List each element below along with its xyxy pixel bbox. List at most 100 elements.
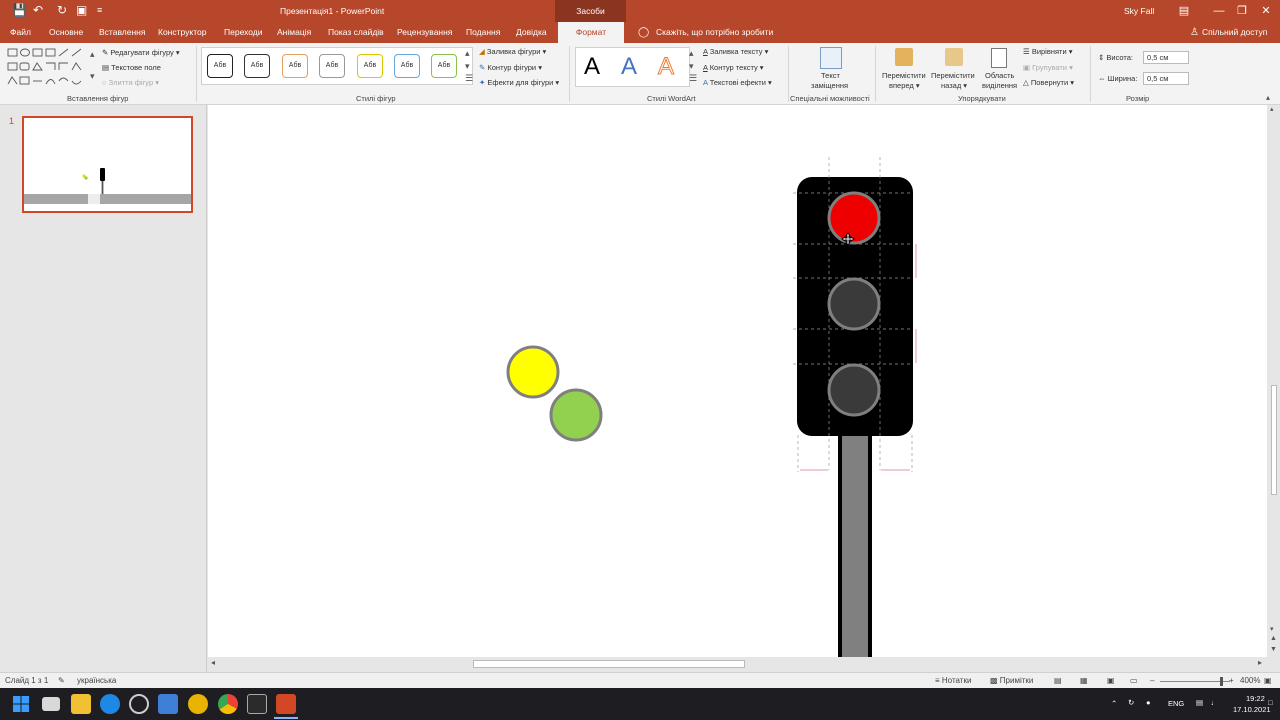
windows-icon[interactable] [13, 696, 29, 712]
text-box-button[interactable]: ▤ Текстове поле [102, 63, 161, 72]
tab-slideshow[interactable]: Показ слайдів [328, 22, 384, 43]
horizontal-scrollbar[interactable]: ◂ ▸ [208, 657, 1268, 671]
spellcheck-icon[interactable]: ✎ [58, 673, 65, 689]
horizontal-scroll-thumb[interactable] [473, 660, 745, 668]
network-icon[interactable]: ▤ [1196, 698, 1203, 707]
notes-button[interactable]: ≡ Нотатки [935, 673, 971, 689]
amber-light-off[interactable] [827, 277, 881, 331]
text-fill-button[interactable]: A Заливка тексту ▾ [703, 47, 768, 56]
style-preset-yellow[interactable]: Абв [357, 54, 383, 78]
save-icon[interactable]: 💾 [12, 3, 27, 17]
style-preset-blue[interactable]: Абв [394, 54, 420, 78]
zoom-in-icon[interactable]: + [1229, 673, 1234, 689]
selection-pane-label[interactable]: Область [985, 71, 1014, 80]
file-explorer-icon[interactable] [71, 694, 91, 714]
chevron-down-icon[interactable]: ▾ [465, 61, 470, 72]
wordart-preset-black[interactable]: A [584, 53, 600, 81]
chevron-up-icon[interactable]: ▴ [90, 49, 95, 60]
selection-pane-label-2[interactable]: виділення [982, 81, 1017, 90]
zoom-slider-handle[interactable] [1220, 677, 1223, 686]
share-button[interactable]: Спільний доступ [1202, 22, 1267, 43]
chevron-up-icon[interactable]: ▴ [465, 48, 470, 59]
previous-slide-icon[interactable]: ▲ [1270, 635, 1277, 642]
zoom-out-icon[interactable]: – [1150, 673, 1154, 689]
width-input[interactable]: 0,5 см [1143, 72, 1189, 85]
green-light-off[interactable] [827, 363, 881, 417]
sync-icon[interactable]: ↻ [1128, 698, 1134, 707]
task-view-icon[interactable] [42, 697, 60, 711]
scroll-down-icon[interactable]: ▾ [1270, 625, 1274, 633]
align-button[interactable]: ☰ Вирівняти ▾ [1023, 47, 1073, 56]
traffic-light-pole[interactable] [838, 435, 872, 657]
user-name[interactable]: Sky Fall [1124, 0, 1154, 22]
bring-forward-label-2[interactable]: вперед ▾ [889, 81, 920, 90]
app-icon-yellow[interactable] [188, 694, 208, 714]
merge-shapes-button[interactable]: ○ Злиття фігур ▾ [102, 78, 159, 87]
send-backward-label-2[interactable]: назад ▾ [941, 81, 967, 90]
gallery-more-icon[interactable]: ☰ [689, 73, 697, 84]
alt-text-label-2[interactable]: заміщення [811, 81, 848, 90]
text-outline-button[interactable]: A Контур тексту ▾ [703, 63, 764, 72]
undo-icon[interactable]: ↶ [33, 3, 43, 17]
send-backward-label[interactable]: Перемістити [931, 71, 975, 80]
zoom-level[interactable]: 400% [1240, 673, 1260, 689]
group-button[interactable]: ▣ Групувати ▾ [1023, 63, 1073, 72]
app-icon-dark[interactable] [247, 694, 267, 714]
shape-effects-button[interactable]: ✦ Ефекти для фігури ▾ [479, 78, 559, 87]
ribbon-display-icon[interactable]: ▤ [1170, 0, 1198, 22]
chrome-icon[interactable] [218, 694, 238, 714]
clock-date[interactable]: 17.10.2021 [1233, 705, 1271, 714]
app-icon[interactable] [100, 694, 120, 714]
vertical-scroll-thumb[interactable] [1271, 385, 1277, 495]
style-preset-gray[interactable]: Абв [319, 54, 345, 78]
style-preset-dark[interactable]: Абв [244, 54, 270, 78]
clock-time[interactable]: 19:22 [1246, 694, 1265, 703]
scroll-left-icon[interactable]: ◂ [211, 658, 215, 667]
tab-design[interactable]: Конструктор [158, 22, 206, 43]
chevron-up-icon[interactable]: ▴ [689, 48, 694, 59]
wordart-preset-orange[interactable]: A [657, 53, 674, 81]
slide-sorter-icon[interactable]: ▦ [1080, 673, 1088, 689]
wordart-preset-blue[interactable]: A [621, 53, 637, 81]
tray-chevron-icon[interactable]: ⌃ [1111, 699, 1117, 708]
reading-view-icon[interactable]: ▣ [1107, 673, 1115, 689]
collapse-ribbon-icon[interactable]: ▴ [1266, 93, 1270, 102]
scroll-right-icon[interactable]: ▸ [1258, 658, 1262, 667]
volume-icon[interactable]: ♩ [1211, 698, 1219, 707]
edit-shape-button[interactable]: ✎ Редагувати фігуру ▾ [102, 48, 180, 57]
tell-me-search[interactable]: Скажіть, що потрібно зробити [656, 22, 773, 43]
input-language[interactable]: ENG [1168, 699, 1184, 708]
tab-insert[interactable]: Вставлення [99, 22, 145, 43]
shapes-gallery[interactable] [6, 47, 96, 89]
customize-toolbar-icon[interactable]: ≡ [97, 3, 102, 17]
tab-file[interactable]: Файл [10, 22, 31, 43]
notifications-icon[interactable]: □ [1268, 698, 1273, 707]
text-effects-button[interactable]: A Текстові ефекти ▾ [703, 78, 772, 87]
shape-fill-button[interactable]: ◢ Заливка фігури ▾ [479, 47, 546, 56]
chevron-down-icon[interactable]: ▾ [90, 71, 95, 82]
tab-review[interactable]: Рецензування [397, 22, 452, 43]
powerpoint-icon[interactable] [276, 694, 296, 714]
tab-format[interactable]: Формат [558, 22, 624, 43]
chevron-down-icon[interactable]: ▾ [689, 61, 694, 72]
height-input[interactable]: 0,5 см [1143, 51, 1189, 64]
slide-thumbnail[interactable] [22, 116, 193, 213]
gallery-more-icon[interactable]: ☰ [465, 73, 473, 84]
slide-canvas[interactable] [208, 105, 1267, 657]
close-icon[interactable]: ✕ [1252, 0, 1280, 22]
notepad-icon[interactable] [158, 694, 178, 714]
scroll-up-icon[interactable]: ▴ [1270, 105, 1274, 113]
microphone-icon[interactable]: ● [1146, 698, 1151, 707]
presenter-icon[interactable]: ▣ [76, 3, 87, 17]
style-preset-orange[interactable]: Абв [282, 54, 308, 78]
tab-view[interactable]: Подання [466, 22, 500, 43]
rotate-button[interactable]: △ Повернути ▾ [1023, 78, 1074, 87]
alt-text-label-1[interactable]: Текст [821, 71, 840, 80]
shape-outline-button[interactable]: ✎ Контур фігури ▾ [479, 63, 542, 72]
next-slide-icon[interactable]: ▼ [1270, 646, 1277, 653]
tab-help[interactable]: Довідка [516, 22, 547, 43]
green-circle[interactable] [549, 388, 603, 442]
tab-home[interactable]: Основне [49, 22, 83, 43]
red-light[interactable] [827, 191, 881, 245]
slideshow-icon[interactable]: ▭ [1130, 673, 1138, 689]
